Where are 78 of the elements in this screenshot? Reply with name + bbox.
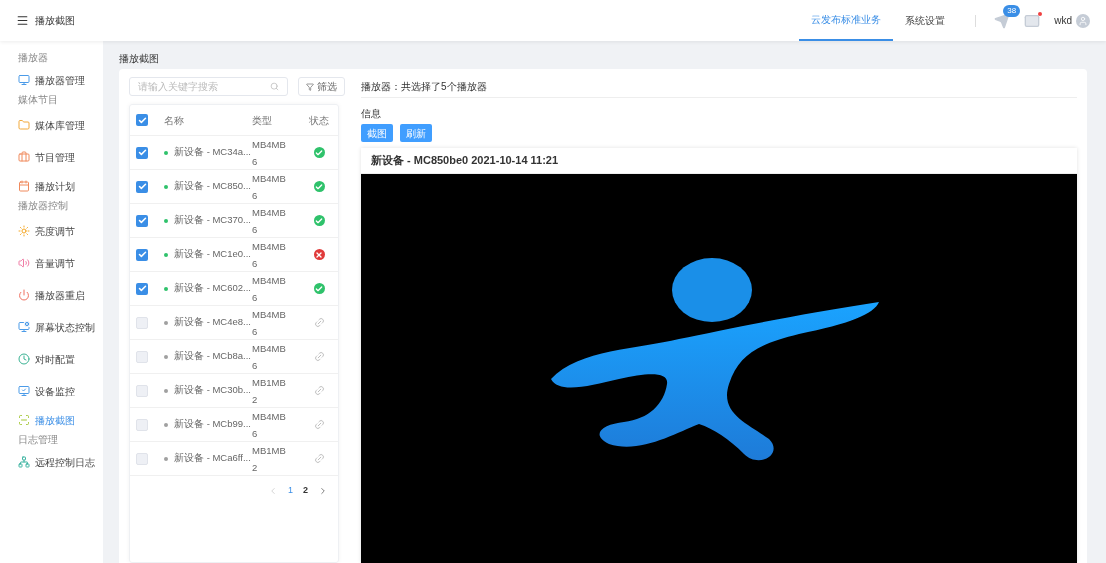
scan-icon <box>18 414 30 426</box>
sidebar-group-label: 媒体节目 <box>18 93 59 107</box>
row-checkbox[interactable] <box>136 146 148 159</box>
column-header: 名称 <box>163 113 185 128</box>
column-header: 类型 <box>252 113 273 128</box>
row-checkbox[interactable] <box>136 350 148 363</box>
row-checkbox[interactable] <box>136 452 148 465</box>
device-name: 新设备 - MC30b... <box>174 383 251 398</box>
sidebar-item[interactable]: 媒体库管理 <box>18 109 103 141</box>
device-name: 新设备 - MCa6ff... <box>174 451 251 466</box>
breadcrumb: 播放截图 <box>119 51 160 66</box>
device-name: 新设备 - MC4e8... <box>174 315 251 330</box>
folder-icon <box>18 119 30 131</box>
page-number[interactable]: 2 <box>303 484 308 498</box>
sidebar-item[interactable]: 播放器管理 <box>18 67 103 93</box>
monitor-icon <box>18 321 30 333</box>
monitor-icon <box>18 74 30 86</box>
sun-icon <box>18 225 30 237</box>
row-checkbox[interactable] <box>136 282 148 295</box>
sidebar-group-label: 播放器 <box>18 51 49 65</box>
row-checkbox[interactable] <box>136 248 148 261</box>
clock-icon <box>18 353 30 365</box>
filter-button[interactable]: 筛选 <box>298 77 345 96</box>
row-checkbox[interactable] <box>136 214 148 227</box>
monitor-icon <box>18 385 30 397</box>
menu-icon[interactable] <box>16 14 29 27</box>
row-checkbox[interactable] <box>136 180 148 193</box>
device-name: 新设备 - MC850... <box>174 179 251 194</box>
nav-tab[interactable]: 云发布标准业务 <box>799 0 894 41</box>
sidebar-item[interactable]: 亮度调节 <box>18 215 103 247</box>
next-page-icon[interactable] <box>318 486 328 496</box>
device-type: MB4MB6 <box>252 273 286 305</box>
info-label: 信息 <box>361 107 382 121</box>
briefcase-icon <box>18 151 30 163</box>
device-type: MB1MB2 <box>252 375 286 407</box>
speaker-icon <box>18 257 30 269</box>
device-type: MB4MB6 <box>252 205 286 237</box>
device-name: 新设备 - MC370... <box>174 213 251 228</box>
device-type: MB4MB6 <box>252 341 286 373</box>
device-type: MB4MB6 <box>252 137 286 169</box>
device-type: MB1MB2 <box>252 443 286 475</box>
select-all-checkbox[interactable] <box>136 114 148 126</box>
selection-summary: 播放器：共选择了5个播放器 <box>361 77 1077 98</box>
device-type: MB4MB6 <box>252 239 286 271</box>
sidebar-group-label: 日志管理 <box>18 433 59 447</box>
page-number[interactable]: 1 <box>287 484 293 498</box>
row-checkbox[interactable] <box>136 384 148 397</box>
column-header: 状态 <box>308 113 330 128</box>
device-name: 新设备 - MC602... <box>174 281 251 296</box>
page-title: 播放截图 <box>35 14 75 28</box>
sidebar-item[interactable]: 播放截图 <box>18 407 103 433</box>
sidebar-item[interactable]: 设备监控 <box>18 375 103 407</box>
device-name: 新设备 - MC34a... <box>174 145 251 160</box>
search-input[interactable]: 请输入关键字搜索 <box>138 79 270 94</box>
sidebar-item[interactable]: 音量调节 <box>18 247 103 279</box>
sidebar-item[interactable]: 远程控制日志 <box>18 449 103 475</box>
sidebar-item[interactable]: 屏幕状态控制 <box>18 311 103 343</box>
row-checkbox[interactable] <box>136 316 148 329</box>
device-type: MB4MB6 <box>252 307 286 339</box>
user-name[interactable]: wkd <box>1054 13 1072 28</box>
device-type: MB4MB6 <box>252 171 286 203</box>
row-checkbox[interactable] <box>136 418 148 431</box>
network-icon <box>18 456 30 468</box>
device-name: 新设备 - MC1e0... <box>174 247 251 262</box>
sidebar-group-label: 播放器控制 <box>18 199 69 213</box>
sidebar-item[interactable]: 对时配置 <box>18 343 103 375</box>
power-icon <box>18 289 30 301</box>
nav-tab[interactable]: 系统设置 <box>893 0 958 41</box>
device-name: 新设备 - MCb99... <box>174 417 251 432</box>
filter-icon <box>306 82 314 91</box>
calendar-icon <box>18 180 30 192</box>
sidebar-item[interactable]: 节目管理 <box>18 141 103 173</box>
device-type: MB4MB6 <box>252 409 286 441</box>
device-name: 新设备 - MCb8a... <box>174 349 251 364</box>
sidebar-item[interactable]: 播放器重启 <box>18 279 103 311</box>
sidebar-item[interactable]: 播放计划 <box>18 173 103 199</box>
notification-badge: 38 <box>1003 4 1021 17</box>
search-field[interactable]: 请输入关键字搜索 <box>129 77 288 96</box>
